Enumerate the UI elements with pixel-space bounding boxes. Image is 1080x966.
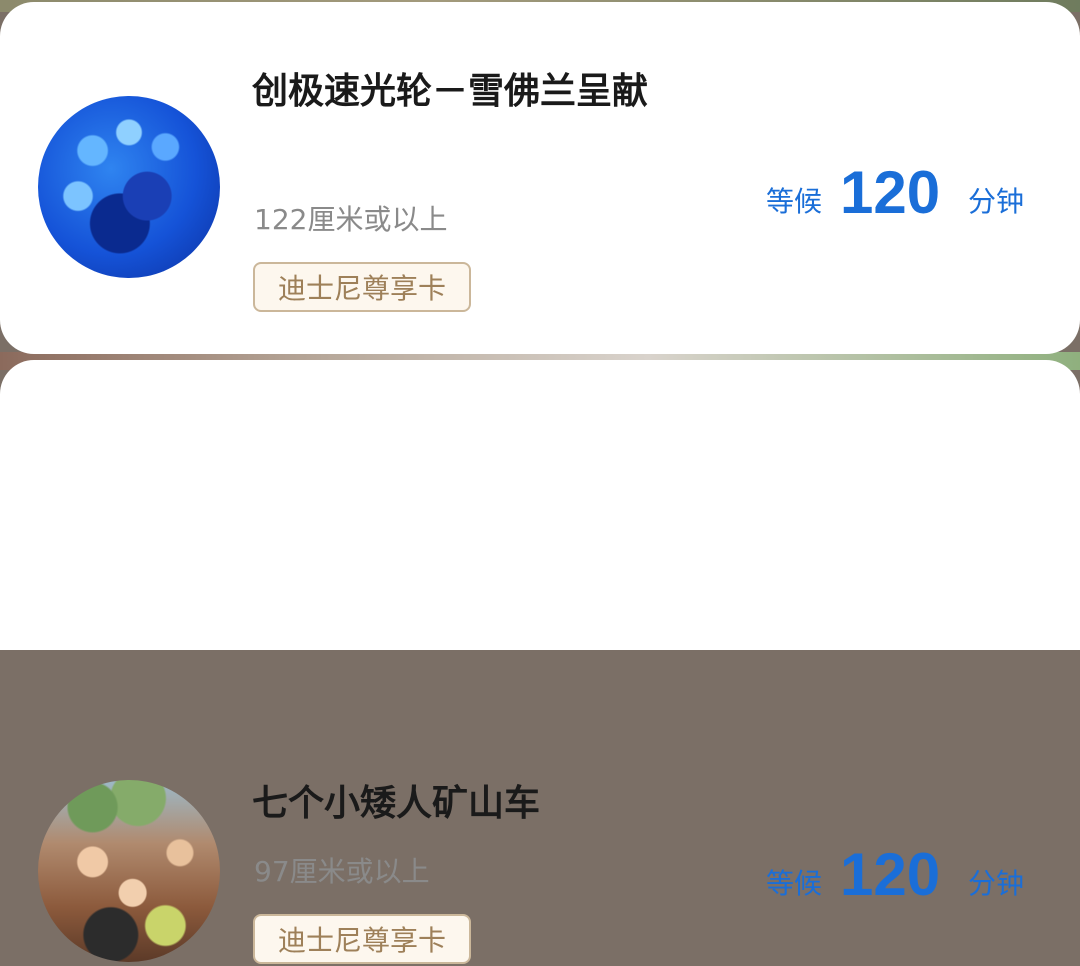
attraction-name: 七个小矮人矿山车 xyxy=(252,783,541,824)
wait-time: 等候 120 分钟 xyxy=(764,840,1054,910)
attraction-thumbnail xyxy=(38,780,220,962)
wait-minutes: 120 xyxy=(840,841,941,908)
premier-access-badge: 迪士尼尊享卡 xyxy=(253,262,471,312)
wait-prefix: 等候 xyxy=(766,867,823,900)
attraction-card[interactable]: 七个小矮人矿山车 97厘米或以上 迪士尼尊享卡 等候 120 分钟 xyxy=(0,360,1080,964)
wait-time: 等候 120 分钟 xyxy=(764,158,1054,228)
attraction-card[interactable]: 创极速光轮－雪佛兰呈献 122厘米或以上 迪士尼尊享卡 等候 120 分钟 xyxy=(0,2,1080,354)
attraction-thumbnail xyxy=(38,96,220,278)
height-requirement: 97厘米或以上 xyxy=(254,855,430,888)
premier-access-badge: 迪士尼尊享卡 xyxy=(253,914,471,964)
attraction-name: 创极速光轮－雪佛兰呈献 xyxy=(252,71,649,112)
wait-unit: 分钟 xyxy=(968,867,1025,900)
height-requirement: 122厘米或以上 xyxy=(254,203,448,236)
wait-prefix: 等候 xyxy=(766,185,823,218)
wait-minutes: 120 xyxy=(840,159,941,226)
wait-unit: 分钟 xyxy=(968,185,1025,218)
